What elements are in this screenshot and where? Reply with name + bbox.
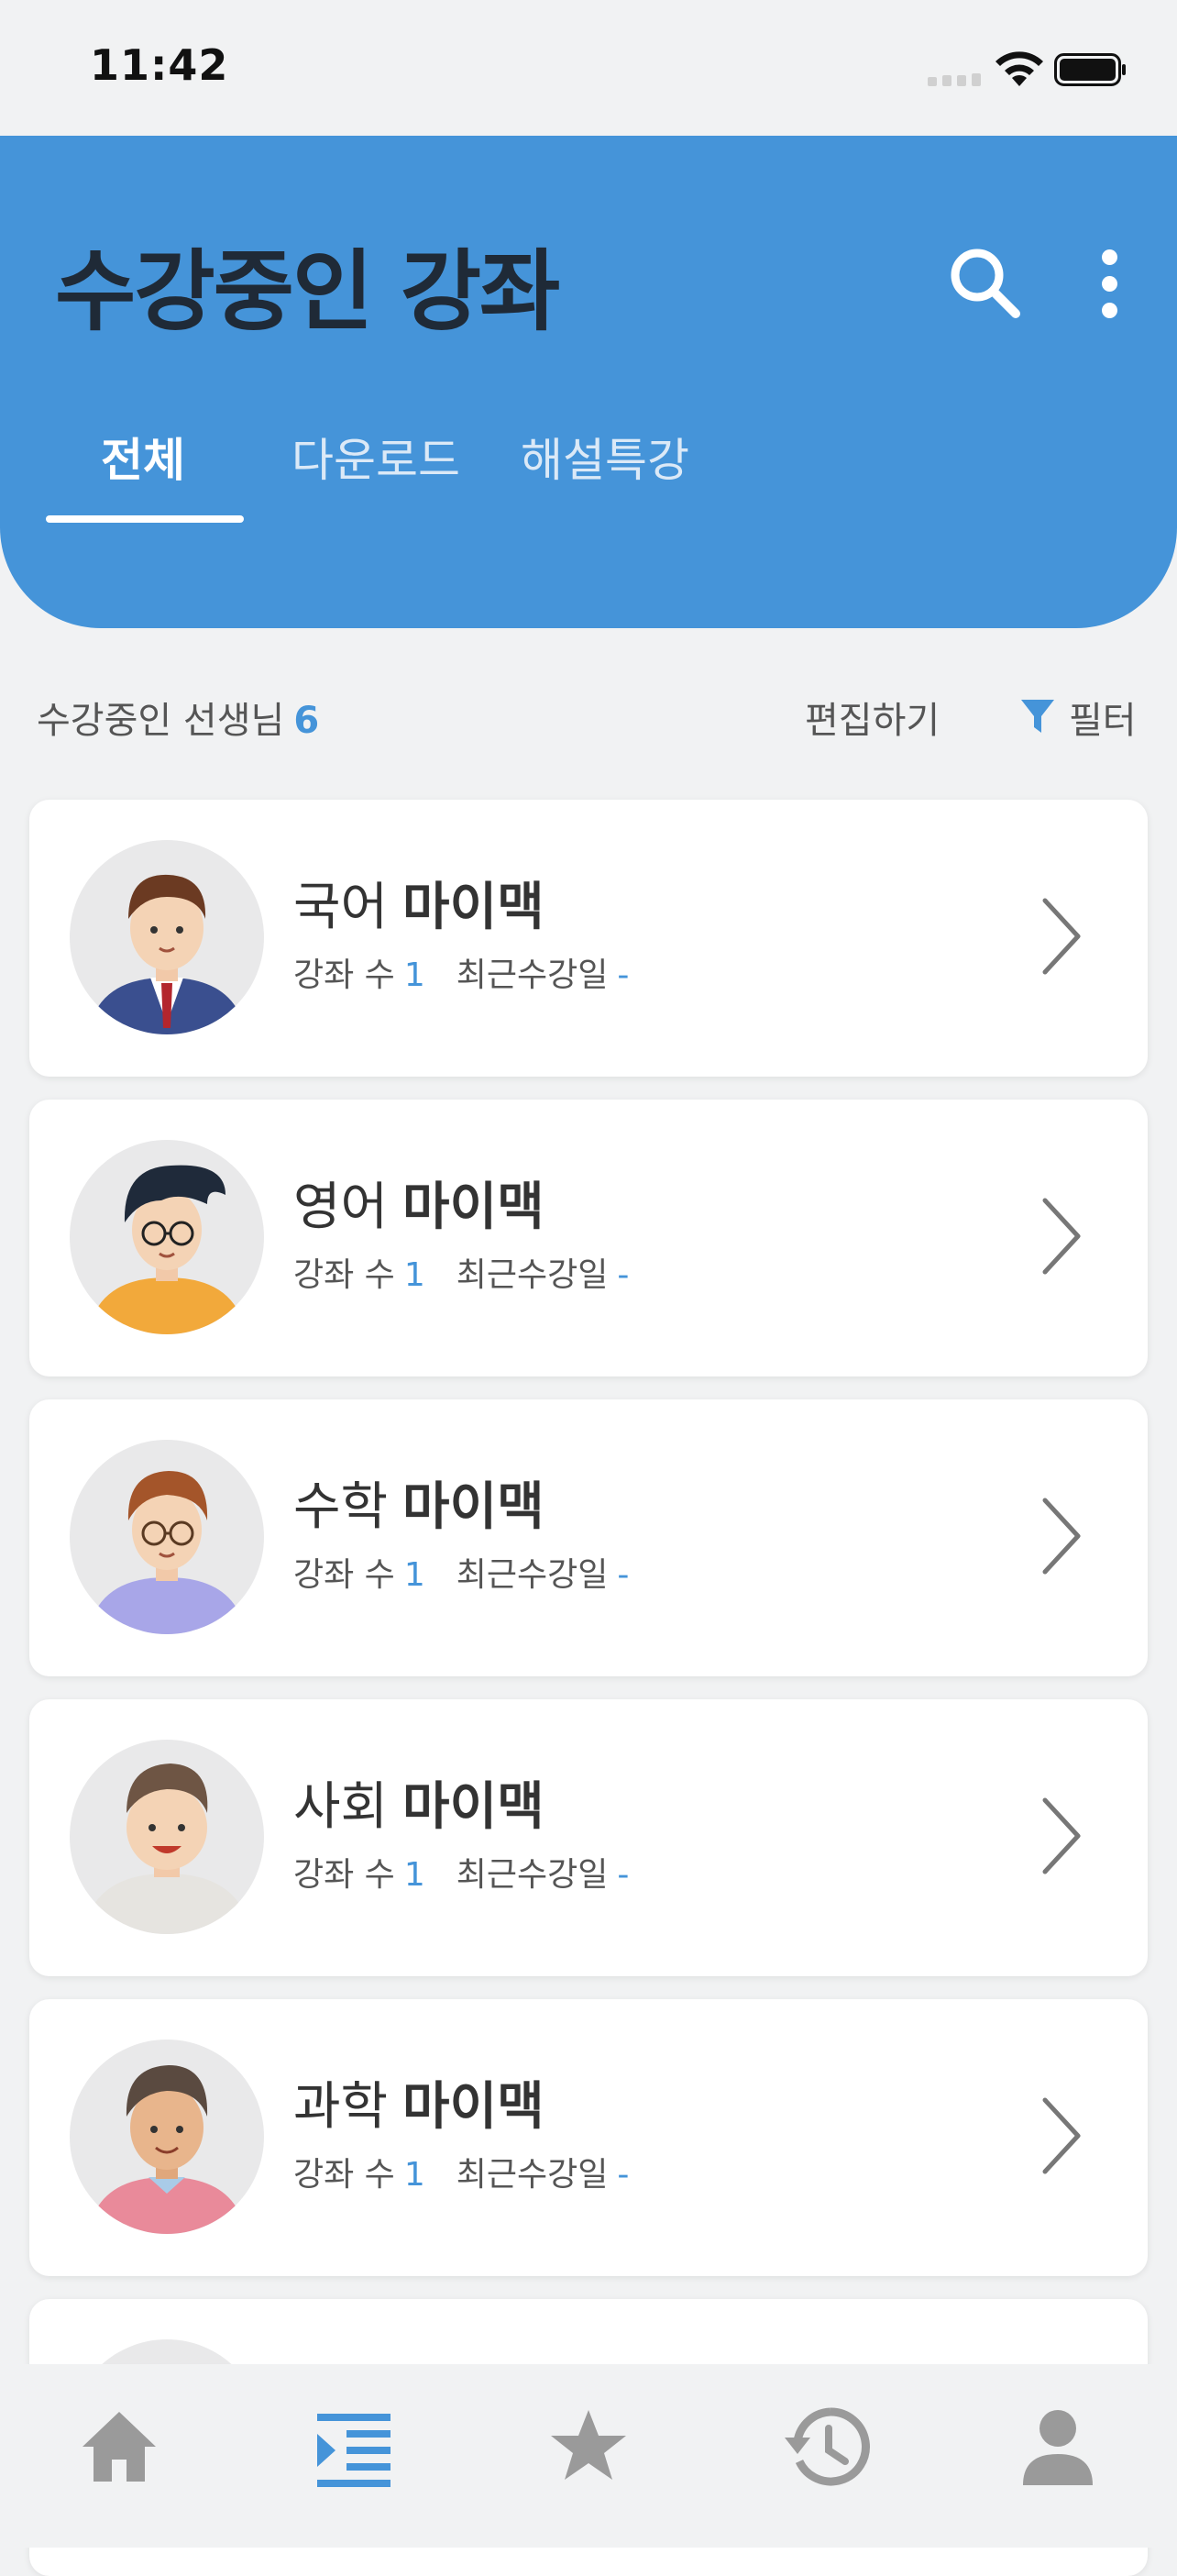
teacher-name: 마이맥 xyxy=(402,1177,544,1237)
teacher-subject: 과학 xyxy=(293,2077,389,2137)
recent-date: - xyxy=(617,1256,630,1294)
profile-icon[interactable] xyxy=(1012,2401,1104,2493)
tab-special-lectures[interactable]: 해설특강 xyxy=(521,424,689,490)
recent-date: - xyxy=(617,1556,630,1594)
course-count: 1 xyxy=(403,1856,425,1894)
teacher-card[interactable]: 과학 마이맥 강좌 수 1 최근수강일 - xyxy=(29,1999,1148,2276)
teacher-count-label: 수강중인 선생님 6 xyxy=(37,691,319,744)
course-count: 1 xyxy=(403,1256,425,1294)
teacher-subject: 국어 xyxy=(293,878,389,937)
teacher-title: 영어 마이맥 xyxy=(293,1166,544,1240)
filter-label: 필터 xyxy=(1069,700,1137,742)
teacher-meta: 강좌 수 1 최근수강일 - xyxy=(293,948,629,996)
teacher-name: 마이맥 xyxy=(402,2077,544,2137)
filter-icon xyxy=(1021,700,1054,733)
course-count: 1 xyxy=(403,1556,425,1594)
teacher-name: 마이맥 xyxy=(402,878,544,937)
teacher-title: 사회 마이맥 xyxy=(293,1765,544,1840)
teacher-avatar xyxy=(70,1140,264,1334)
status-bar: 11:42 xyxy=(0,0,1177,136)
teacher-meta: 강좌 수 1 최근수강일 - xyxy=(293,1548,629,1596)
teacher-name: 마이맥 xyxy=(402,1477,544,1537)
history-icon[interactable] xyxy=(781,2401,873,2493)
course-list-icon[interactable] xyxy=(308,2401,400,2493)
active-tab-indicator xyxy=(46,515,244,523)
page-title: 수강중인 강좌 xyxy=(55,240,560,343)
battery-icon xyxy=(1054,53,1126,86)
tab-bar: 전체 다운로드 해설특강 xyxy=(0,411,1177,521)
teacher-title: 과학 마이맥 xyxy=(293,2065,544,2139)
header: 수강중인 강좌 전체 다운로드 해설특강 xyxy=(0,136,1177,628)
teacher-card[interactable]: 국어 마이맥 강좌 수 1 최근수강일 - xyxy=(29,800,1148,1077)
chevron-right-icon xyxy=(1042,1797,1081,1874)
teacher-card[interactable]: 수학 마이맥 강좌 수 1 최근수강일 - xyxy=(29,1399,1148,1676)
teacher-title: 국어 마이맥 xyxy=(293,866,544,940)
home-icon[interactable] xyxy=(73,2401,165,2493)
recent-date-label: 최근수강일 xyxy=(456,956,609,994)
teacher-avatar xyxy=(70,1740,264,1934)
teacher-meta: 강좌 수 1 최근수강일 - xyxy=(293,1848,629,1896)
cellular-signal-icon xyxy=(928,73,983,86)
teacher-avatar xyxy=(70,1440,264,1634)
teacher-card[interactable]: 영어 마이맥 강좌 수 1 최근수강일 - xyxy=(29,1100,1148,1376)
tab-all[interactable]: 전체 xyxy=(101,424,185,490)
recent-date-label: 최근수강일 xyxy=(456,1856,609,1894)
chevron-right-icon xyxy=(1042,1498,1081,1575)
tab-downloads[interactable]: 다운로드 xyxy=(292,424,460,490)
chevron-right-icon xyxy=(1042,898,1081,975)
star-icon[interactable] xyxy=(543,2401,634,2493)
recent-date: - xyxy=(617,1856,630,1894)
teacher-avatar xyxy=(70,2040,264,2234)
teacher-title: 수학 마이맥 xyxy=(293,1465,544,1540)
recent-date-label: 최근수강일 xyxy=(456,1556,609,1594)
status-time: 11:42 xyxy=(90,40,229,90)
course-count-label: 강좌 수 xyxy=(293,956,395,994)
course-count-label: 강좌 수 xyxy=(293,1556,395,1594)
teacher-count: 6 xyxy=(293,700,320,742)
recent-date: - xyxy=(617,2156,630,2194)
recent-date-label: 최근수강일 xyxy=(456,2156,609,2194)
teacher-subject: 사회 xyxy=(293,1777,389,1837)
filter-button[interactable]: 필터 xyxy=(1019,691,1137,744)
course-count-label: 강좌 수 xyxy=(293,2156,395,2194)
search-icon[interactable] xyxy=(944,242,1027,325)
teacher-meta: 강좌 수 1 최근수강일 - xyxy=(293,2148,629,2195)
teacher-card[interactable]: 사회 마이맥 강좌 수 1 최근수강일 - xyxy=(29,1699,1148,1976)
more-options-icon[interactable] xyxy=(1091,244,1128,323)
chevron-right-icon xyxy=(1042,1198,1081,1275)
recent-date-label: 최근수강일 xyxy=(456,1256,609,1294)
chevron-right-icon xyxy=(1042,2097,1081,2174)
teacher-avatar xyxy=(70,840,264,1034)
course-count: 1 xyxy=(403,2156,425,2194)
teacher-subject: 영어 xyxy=(293,1177,389,1237)
section-header: 수강중인 선생님 6 편집하기 필터 xyxy=(0,683,1177,747)
teacher-meta: 강좌 수 1 최근수강일 - xyxy=(293,1248,629,1296)
teacher-count-text: 수강중인 선생님 xyxy=(37,700,285,742)
wifi-icon xyxy=(996,51,1043,86)
edit-button[interactable]: 편집하기 xyxy=(805,691,940,744)
recent-date: - xyxy=(617,956,630,994)
teacher-name: 마이맥 xyxy=(402,1777,544,1837)
teacher-subject: 수학 xyxy=(293,1477,389,1537)
course-count: 1 xyxy=(403,956,425,994)
course-count-label: 강좌 수 xyxy=(293,1856,395,1894)
course-count-label: 강좌 수 xyxy=(293,1256,395,1294)
bottom-nav xyxy=(0,2364,1177,2548)
